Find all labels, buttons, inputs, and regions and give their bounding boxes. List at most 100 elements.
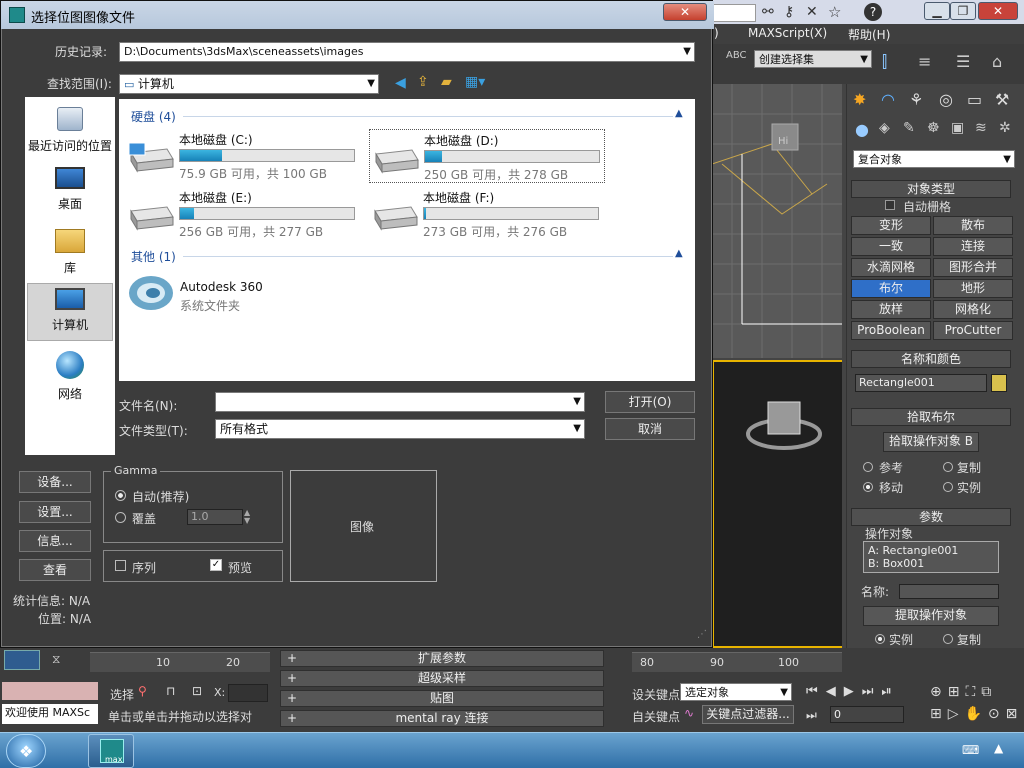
object-type-button[interactable]: 放样 [851, 300, 931, 319]
operand-name-input[interactable] [899, 584, 999, 599]
current-frame-input[interactable]: 0 [830, 706, 904, 723]
helpers-icon[interactable]: ▣ [951, 120, 964, 136]
parameters-rollout[interactable]: 参数 [851, 508, 1011, 526]
resize-grip-icon[interactable]: ⋰ [697, 629, 707, 640]
cancel-button[interactable]: 取消 [605, 418, 695, 440]
reference-radio[interactable] [863, 462, 873, 472]
lock-icon[interactable]: ⊓ [166, 684, 175, 698]
sequence-checkbox[interactable] [115, 560, 126, 571]
operand-b-item[interactable]: B: Box001 [868, 557, 994, 570]
viewport-top[interactable]: Hi [712, 84, 842, 358]
systems-icon[interactable]: ✲ [999, 120, 1011, 136]
up-folder-icon[interactable]: ⇪ [417, 74, 429, 90]
object-type-button[interactable]: 布尔 [851, 279, 931, 298]
menu-tail[interactable]: ) [714, 26, 719, 40]
object-type-rollout[interactable]: 对象类型 [851, 180, 1011, 198]
motion-tab-icon[interactable]: ◎ [939, 90, 953, 109]
max-restore-button[interactable]: ❐ [950, 2, 976, 20]
pin-icon[interactable]: ⚲ [138, 684, 147, 698]
drive-item[interactable]: 本地磁盘 (E:) 256 GB 可用，共 277 GB [125, 187, 361, 241]
text-tool-icon[interactable]: ABC [726, 50, 747, 61]
back-icon[interactable]: ◀ [395, 75, 406, 91]
history-combo[interactable]: D:\Documents\3dsMax\sceneassets\images ▼ [119, 42, 695, 62]
utilities-tab-icon[interactable]: ⚒ [995, 90, 1009, 109]
name-color-rollout[interactable]: 名称和颜色 [851, 350, 1011, 368]
instance-radio[interactable] [943, 482, 953, 492]
view-button[interactable]: 查看 [19, 559, 91, 581]
timeslider-icon[interactable]: ⧖ [52, 652, 60, 667]
copy-radio[interactable] [943, 462, 953, 472]
collapse-icon[interactable]: ▲ [675, 248, 683, 259]
max-minimize-button[interactable]: ▁ [924, 2, 950, 20]
info-button[interactable]: 信息... [19, 530, 91, 552]
shapes-icon[interactable]: ◈ [879, 120, 890, 136]
open-button[interactable]: 打开(O) [605, 391, 695, 413]
place-recent-places[interactable]: 最近访问的位置 [27, 103, 113, 161]
object-type-button[interactable]: 图形合并 [933, 258, 1013, 277]
pick-operand-b-button[interactable]: 拾取操作对象 B [883, 432, 979, 452]
start-button[interactable]: ❖ [6, 734, 46, 768]
menu-help[interactable]: 帮助(H) [848, 26, 890, 43]
viewport-layout-icon[interactable] [4, 650, 40, 670]
object-type-button[interactable]: 水滴网格 [851, 258, 931, 277]
preview-checkbox[interactable]: ✓ [210, 559, 222, 571]
selection-set-combo[interactable]: 创建选择集 ▼ [754, 50, 872, 68]
viewport-nav-controls[interactable]: ⊕⊞⛶⧉ [930, 684, 997, 700]
align-icon[interactable]: ≡ [918, 52, 931, 71]
cameras-icon[interactable]: ☸ [927, 120, 940, 136]
render-rollout-header[interactable]: + 扩展参数 [280, 650, 604, 667]
object-type-button[interactable]: ProCutter [933, 321, 1013, 340]
object-type-button[interactable]: 连接 [933, 237, 1013, 256]
place-library[interactable]: 库 [27, 225, 113, 283]
dialog-titlebar[interactable]: 选择位图图像文件 ✕ [1, 1, 714, 29]
drives-section-header[interactable]: 硬盘 (4) [131, 108, 176, 125]
gamma-value-input[interactable]: 1.0 [187, 509, 243, 525]
maxscript-listener-mini[interactable] [2, 682, 98, 700]
pick-boolean-rollout[interactable]: 拾取布尔 [851, 408, 1011, 426]
object-type-button[interactable]: 一致 [851, 237, 931, 256]
render-rollout-header[interactable]: + mental ray 连接 [280, 710, 604, 727]
drive-item[interactable]: 本地磁盘 (F:) 273 GB 可用，共 276 GB [369, 187, 605, 241]
timeline-right[interactable]: 80 90 100 [632, 652, 842, 672]
create-tab-icon[interactable]: ✸ [853, 90, 866, 109]
spacewarps-icon[interactable]: ≋ [975, 120, 987, 136]
menu-maxscript[interactable]: MAXScript(X) [748, 26, 827, 40]
geometry-icon[interactable]: ● [855, 120, 869, 139]
extract-instance-radio[interactable] [875, 634, 885, 644]
collapse-icon[interactable]: ▲ [675, 108, 683, 119]
timeline-left[interactable]: 10 20 [90, 652, 270, 672]
object-type-button[interactable]: 网格化 [933, 300, 1013, 319]
place-computer[interactable]: 计算机 [27, 283, 113, 341]
filetype-combo[interactable]: 所有格式 ▼ [215, 419, 585, 439]
star-icon[interactable]: ☆ [828, 3, 841, 21]
taskbar-3dsmax[interactable]: max [88, 734, 134, 768]
lights-icon[interactable]: ✎ [903, 120, 915, 136]
new-folder-icon[interactable]: ▰ [441, 74, 452, 90]
object-color-swatch[interactable] [991, 374, 1007, 392]
x-coord-input[interactable] [228, 684, 268, 702]
keyboard-icon[interactable]: ⌨ [962, 743, 979, 757]
viewport-perspective[interactable] [712, 360, 842, 648]
place-network[interactable]: 网络 [27, 347, 113, 405]
place-desktop[interactable]: 桌面 [27, 163, 113, 221]
help-icon[interactable]: ? [864, 3, 882, 21]
dialog-close-button[interactable]: ✕ [663, 3, 707, 21]
mirror-icon[interactable]: ⫿ [882, 52, 887, 72]
key-mode-icon[interactable]: ⏭ [806, 708, 817, 723]
hierarchy-tab-icon[interactable]: ⚘ [909, 90, 923, 109]
move-radio[interactable] [863, 482, 873, 492]
file-list-pane[interactable]: 硬盘 (4) ▲ 本地磁盘 (C:) 75.9 GB 可用，共 100 GB 本地磁… [119, 99, 695, 381]
key-icon[interactable]: ⚷ [784, 4, 794, 20]
lookin-combo[interactable]: ▭ 计算机 ▼ [119, 74, 379, 94]
operands-list[interactable]: A: Rectangle001 B: Box001 [863, 541, 999, 573]
welcome-field[interactable]: 欢迎使用 MAXSc [2, 704, 98, 724]
autodesk-360-item[interactable]: Autodesk 360 系统文件夹 [125, 271, 385, 315]
render-icon[interactable]: ⌂ [992, 52, 1002, 71]
render-rollout-header[interactable]: + 超级采样 [280, 670, 604, 687]
render-rollout-header[interactable]: + 贴图 [280, 690, 604, 707]
viewport-nav-controls-2[interactable]: ⊞▷✋⊙⊠ [930, 706, 1023, 722]
category-combo[interactable]: 复合对象 ▼ [853, 150, 1015, 168]
view-menu-icon[interactable]: ▦▾ [465, 74, 485, 90]
binoculars-icon[interactable]: ⚯ [762, 4, 774, 20]
key-selection-combo[interactable]: 选定对象 ▼ [680, 683, 792, 701]
